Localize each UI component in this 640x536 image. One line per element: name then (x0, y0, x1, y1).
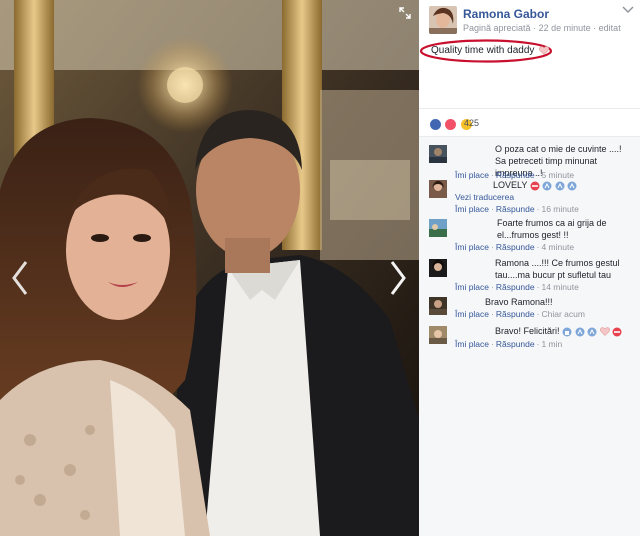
comment-actions: Îmi place · Răspunde · Chiar acum (455, 309, 585, 319)
kiss-emoji-icon (612, 327, 622, 337)
like-comment-link[interactable]: Îmi place (455, 339, 489, 349)
action-separator: · (536, 309, 540, 319)
page-avatar[interactable] (429, 6, 457, 34)
comment-text: Ramona ....!!! Ce frumos gestul tau....m… (495, 258, 620, 280)
comment-text-row: LOVELY (455, 179, 633, 191)
clap-emoji-icon (587, 327, 597, 337)
reply-comment-link[interactable]: Răspunde (496, 282, 535, 292)
commenter-avatar[interactable] (429, 297, 447, 315)
avatar-image-icon (429, 259, 447, 277)
action-separator: · (536, 204, 540, 214)
comment-time[interactable]: 1 min (541, 339, 562, 349)
reactions-bar: 425 (419, 108, 640, 137)
reply-comment-link[interactable]: Răspunde (496, 309, 535, 319)
love-icon (444, 118, 458, 131)
see-translation-link[interactable]: Vezi traducerea (455, 192, 514, 202)
next-photo-arrow[interactable] (386, 258, 410, 298)
comment-time[interactable]: Chiar acum (541, 309, 584, 319)
avatar-image-icon (429, 180, 447, 198)
post-meta: Pagină apreciată · 22 de minute · editat (463, 23, 621, 33)
comment-actions: Îmi place · Răspunde · 16 minute (455, 204, 579, 214)
clap-emoji-icon (555, 181, 565, 191)
action-separator: · (491, 282, 494, 292)
action-separator: · (491, 309, 494, 319)
commenter-avatar[interactable] (429, 180, 447, 198)
commenter-avatar[interactable] (429, 259, 447, 277)
like-comment-link[interactable]: Îmi place (455, 309, 489, 319)
comment-time[interactable]: 16 minute (541, 204, 578, 214)
post-timestamp[interactable]: 22 de minute (539, 23, 591, 33)
reply-comment-link[interactable]: Răspunde (496, 242, 535, 252)
chevron-down-icon[interactable] (622, 6, 634, 14)
expand-icon[interactable] (398, 6, 412, 20)
action-separator: · (491, 339, 494, 349)
comment-text: LOVELY (493, 180, 528, 190)
comment-text: Bravo! Felicitări! (495, 326, 560, 336)
like-icon (429, 118, 442, 131)
commenter-avatar[interactable] (429, 145, 447, 163)
comment-text-row: Bravo! Felicitări! (455, 325, 635, 337)
page-status: Pagină apreciată (463, 23, 531, 33)
comment-text: Bravo Ramona!!! (485, 297, 553, 307)
reaction-count[interactable]: 425 (464, 118, 479, 128)
caption-text: Quality time with daddy (431, 45, 535, 56)
like-comment-link[interactable]: Îmi place (455, 282, 489, 292)
thumbs-up-emoji-icon (562, 327, 572, 337)
avatar-image-icon (429, 326, 447, 344)
reply-comment-link[interactable]: Răspunde (496, 204, 535, 214)
comment-time[interactable]: 4 minute (541, 242, 574, 252)
action-separator: · (491, 242, 494, 252)
comments-list: O poza cat o mie de cuvinte ....! Sa pet… (419, 136, 640, 536)
action-separator: · (536, 282, 540, 292)
comment-actions: Îmi place · Răspunde · 4 minute (455, 242, 574, 252)
clap-emoji-icon (567, 181, 577, 191)
clap-emoji-icon (542, 181, 552, 191)
edited-label[interactable]: editat (599, 23, 621, 33)
post-caption: Quality time with daddy (431, 45, 550, 56)
comment-text: Foarte frumos ca ai grija de el...frumos… (497, 218, 607, 240)
action-separator: · (536, 242, 540, 252)
avatar-image-icon (429, 145, 447, 163)
like-comment-link[interactable]: Îmi place (455, 242, 489, 252)
action-separator: · (536, 339, 540, 349)
kiss-emoji-icon (530, 181, 540, 191)
avatar-image-icon (429, 219, 447, 237)
reply-comment-link[interactable]: Răspunde (496, 339, 535, 349)
comment-time[interactable]: 14 minute (541, 282, 578, 292)
comment-actions: Îmi place · Răspunde · 14 minute (455, 282, 579, 292)
chevron-left-icon (12, 261, 28, 295)
heart-emoji-icon (599, 327, 610, 337)
commenter-avatar[interactable] (429, 219, 447, 237)
like-comment-link[interactable]: Îmi place (455, 204, 489, 214)
commenter-avatar[interactable] (429, 326, 447, 344)
meta-separator: · (533, 23, 537, 33)
comment-actions: Îmi place · Răspunde · 1 min (455, 339, 562, 349)
avatar-image-icon (429, 6, 457, 34)
page-name-link[interactable]: Ramona Gabor (463, 7, 549, 21)
clap-emoji-icon (575, 327, 585, 337)
post-photo (0, 0, 419, 536)
avatar-image-icon (429, 297, 447, 315)
heart-emoji-icon (539, 46, 550, 55)
meta-separator: · (593, 23, 597, 33)
post-header: Ramona Gabor Pagină apreciată · 22 de mi… (419, 0, 640, 42)
previous-photo-arrow[interactable] (8, 258, 32, 298)
post-caption-area: Quality time with daddy (419, 38, 640, 68)
post-side-panel: Ramona Gabor Pagină apreciată · 22 de mi… (419, 0, 640, 536)
action-separator: · (491, 204, 494, 214)
chevron-right-icon (390, 261, 406, 295)
photo-viewer (0, 0, 419, 536)
